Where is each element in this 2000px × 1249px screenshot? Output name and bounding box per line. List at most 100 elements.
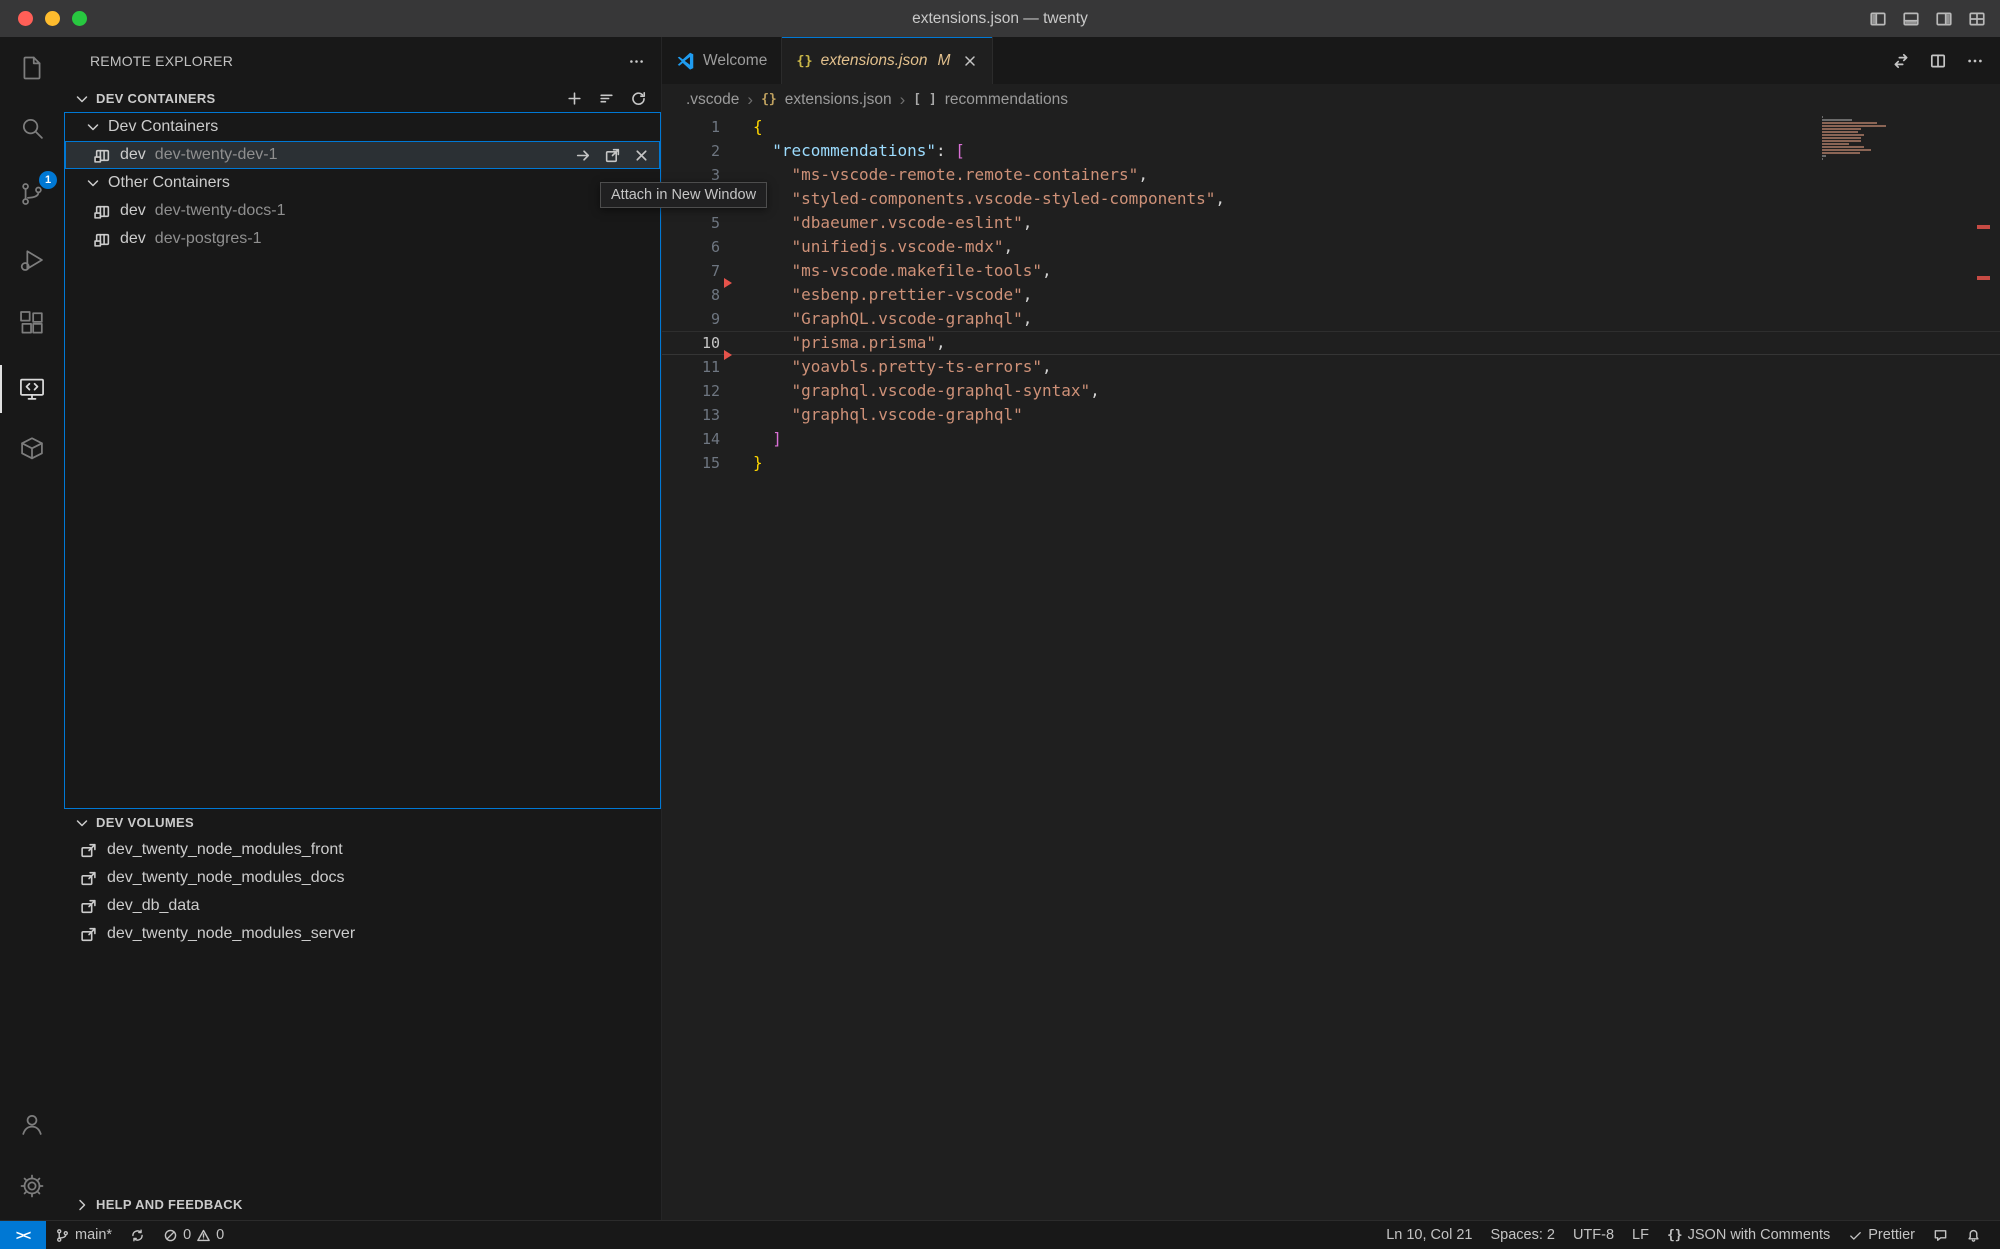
code-line-14[interactable]: 14 ] <box>662 427 2000 451</box>
container-row-dev-twenty-dev-1[interactable]: dev dev-twenty-dev-1 <box>65 141 660 169</box>
line-number[interactable]: 5 <box>662 211 745 235</box>
tab-welcome[interactable]: Welcome <box>662 37 782 84</box>
volume-row[interactable]: dev_twenty_node_modules_docs <box>64 864 661 892</box>
activity-bar-search[interactable] <box>0 104 64 152</box>
attach-new-window-icon[interactable] <box>604 147 621 164</box>
container-icon <box>94 203 111 220</box>
volume-label: dev_twenty_node_modules_docs <box>107 869 345 887</box>
breadcrumb-symbol[interactable]: recommendations <box>945 91 1068 109</box>
breadcrumb-file[interactable]: extensions.json <box>785 91 892 109</box>
minimap-line <box>1822 134 1864 136</box>
tab-bar: Welcome {} extensions.json M <box>662 37 2000 84</box>
tree-group-dev-containers[interactable]: Dev Containers <box>65 113 660 141</box>
line-number[interactable]: 15 <box>662 451 745 475</box>
code-line-11[interactable]: 11 "yoavbls.pretty-ts-errors", <box>662 355 2000 379</box>
section-dev-containers[interactable]: DEV CONTAINERS <box>64 85 661 112</box>
breadcrumb-separator: › <box>900 90 906 110</box>
line-number[interactable]: 2 <box>662 139 745 163</box>
line-number[interactable]: 8 <box>662 283 745 307</box>
toggle-primary-sidebar-icon[interactable] <box>1869 10 1887 28</box>
container-row-dev-postgres-1[interactable]: dev dev-postgres-1 <box>65 225 660 253</box>
line-number[interactable]: 13 <box>662 403 745 427</box>
encoding-status[interactable]: UTF-8 <box>1564 1221 1623 1249</box>
container-row-dev-twenty-docs-1[interactable]: dev dev-twenty-docs-1 <box>65 197 660 225</box>
minimap[interactable] <box>1822 116 1892 161</box>
line-number[interactable]: 6 <box>662 235 745 259</box>
volume-row[interactable]: dev_twenty_node_modules_server <box>64 920 661 948</box>
section-label: HELP AND FEEDBACK <box>96 1197 243 1212</box>
refresh-icon[interactable] <box>630 90 647 107</box>
code-text: "ms-vscode.makefile-tools", <box>745 259 1052 283</box>
code-line-2[interactable]: 2 "recommendations": [ <box>662 139 2000 163</box>
indentation-status[interactable]: Spaces: 2 <box>1481 1221 1564 1249</box>
section-help-and-feedback[interactable]: HELP AND FEEDBACK <box>64 1191 661 1218</box>
stop-container-icon[interactable] <box>633 147 650 164</box>
code-line-8[interactable]: 8 "esbenp.prettier-vscode", <box>662 283 2000 307</box>
editor-more-actions-icon[interactable] <box>1966 52 1984 70</box>
breadcrumb-folder[interactable]: .vscode <box>686 91 739 109</box>
notifications-status[interactable] <box>1957 1221 1990 1249</box>
braces-icon: {} <box>1667 1228 1683 1243</box>
activity-bar-explorer[interactable] <box>0 44 64 92</box>
code-line-13[interactable]: 13 "graphql.vscode-graphql" <box>662 403 2000 427</box>
volume-label: dev_twenty_node_modules_front <box>107 841 343 859</box>
activity-bar-run-debug[interactable] <box>0 236 64 284</box>
customize-layout-icon[interactable] <box>1968 10 1986 28</box>
code-editor[interactable]: 1{2 "recommendations": [3 "ms-vscode-rem… <box>662 115 2000 1221</box>
filter-icon[interactable] <box>598 90 615 107</box>
feedback-status[interactable] <box>1924 1221 1957 1249</box>
toggle-panel-icon[interactable] <box>1902 10 1920 28</box>
tab-extensions-json[interactable]: {} extensions.json M <box>782 37 993 84</box>
code-line-10[interactable]: 10 "prisma.prisma", <box>662 331 2000 355</box>
line-number[interactable]: 12 <box>662 379 745 403</box>
split-editor-icon[interactable] <box>1929 52 1947 70</box>
activity-bar-extensions[interactable] <box>0 299 64 347</box>
line-number[interactable]: 9 <box>662 307 745 331</box>
code-line-1[interactable]: 1{ <box>662 115 2000 139</box>
remote-indicator[interactable]: >< <box>0 1221 46 1249</box>
formatter-status[interactable]: Prettier <box>1839 1221 1924 1249</box>
problems-status[interactable]: 0 0 <box>154 1221 233 1249</box>
volume-row[interactable]: dev_twenty_node_modules_front <box>64 836 661 864</box>
volume-row[interactable]: dev_db_data <box>64 892 661 920</box>
attach-current-window-icon[interactable] <box>575 147 592 164</box>
activity-bar-remote-explorer[interactable] <box>0 365 64 413</box>
git-branch-status[interactable]: main* <box>46 1221 121 1249</box>
line-number[interactable]: 11 <box>662 355 745 379</box>
code-line-12[interactable]: 12 "graphql.vscode-graphql-syntax", <box>662 379 2000 403</box>
code-line-5[interactable]: 5 "dbaeumer.vscode-eslint", <box>662 211 2000 235</box>
branch-icon <box>55 1228 70 1243</box>
cursor-position-status[interactable]: Ln 10, Col 21 <box>1377 1221 1481 1249</box>
activity-bar-source-control[interactable]: 1 <box>0 170 64 218</box>
activity-bar-settings[interactable] <box>0 1162 64 1210</box>
code-line-4[interactable]: 4 "styled-components.vscode-styled-compo… <box>662 187 2000 211</box>
toggle-secondary-sidebar-icon[interactable] <box>1935 10 1953 28</box>
code-text: } <box>745 451 763 475</box>
tab-label: Welcome <box>703 52 767 70</box>
section-dev-volumes[interactable]: DEV VOLUMES <box>64 809 661 836</box>
code-line-3[interactable]: 3 "ms-vscode-remote.remote-containers", <box>662 163 2000 187</box>
activity-bar-dev-containers[interactable] <box>0 425 64 473</box>
line-number[interactable]: 1 <box>662 115 745 139</box>
activity-bar-accounts[interactable] <box>0 1100 64 1148</box>
more-actions-icon[interactable] <box>628 53 645 70</box>
chevron-down-icon <box>85 175 101 191</box>
new-dev-container-icon[interactable] <box>566 90 583 107</box>
code-line-15[interactable]: 15} <box>662 451 2000 475</box>
code-text: "unifiedjs.vscode-mdx", <box>745 235 1013 259</box>
sync-status[interactable] <box>121 1221 154 1249</box>
open-changes-icon[interactable] <box>1892 52 1910 70</box>
line-number[interactable]: 10 <box>662 331 745 355</box>
code-line-9[interactable]: 9 "GraphQL.vscode-graphql", <box>662 307 2000 331</box>
language-mode-status[interactable]: {} JSON with Comments <box>1658 1221 1839 1249</box>
eol-status[interactable]: LF <box>1623 1221 1658 1249</box>
code-line-7[interactable]: 7 "ms-vscode.makefile-tools", <box>662 259 2000 283</box>
errors-count: 0 <box>183 1227 191 1243</box>
close-tab-icon[interactable] <box>962 53 978 69</box>
tree-group-other-containers[interactable]: Other Containers <box>65 169 660 197</box>
code-line-6[interactable]: 6 "unifiedjs.vscode-mdx", <box>662 235 2000 259</box>
line-number[interactable]: 7 <box>662 259 745 283</box>
minimap-line <box>1822 140 1861 142</box>
group-label: Other Containers <box>108 174 230 192</box>
line-number[interactable]: 14 <box>662 427 745 451</box>
